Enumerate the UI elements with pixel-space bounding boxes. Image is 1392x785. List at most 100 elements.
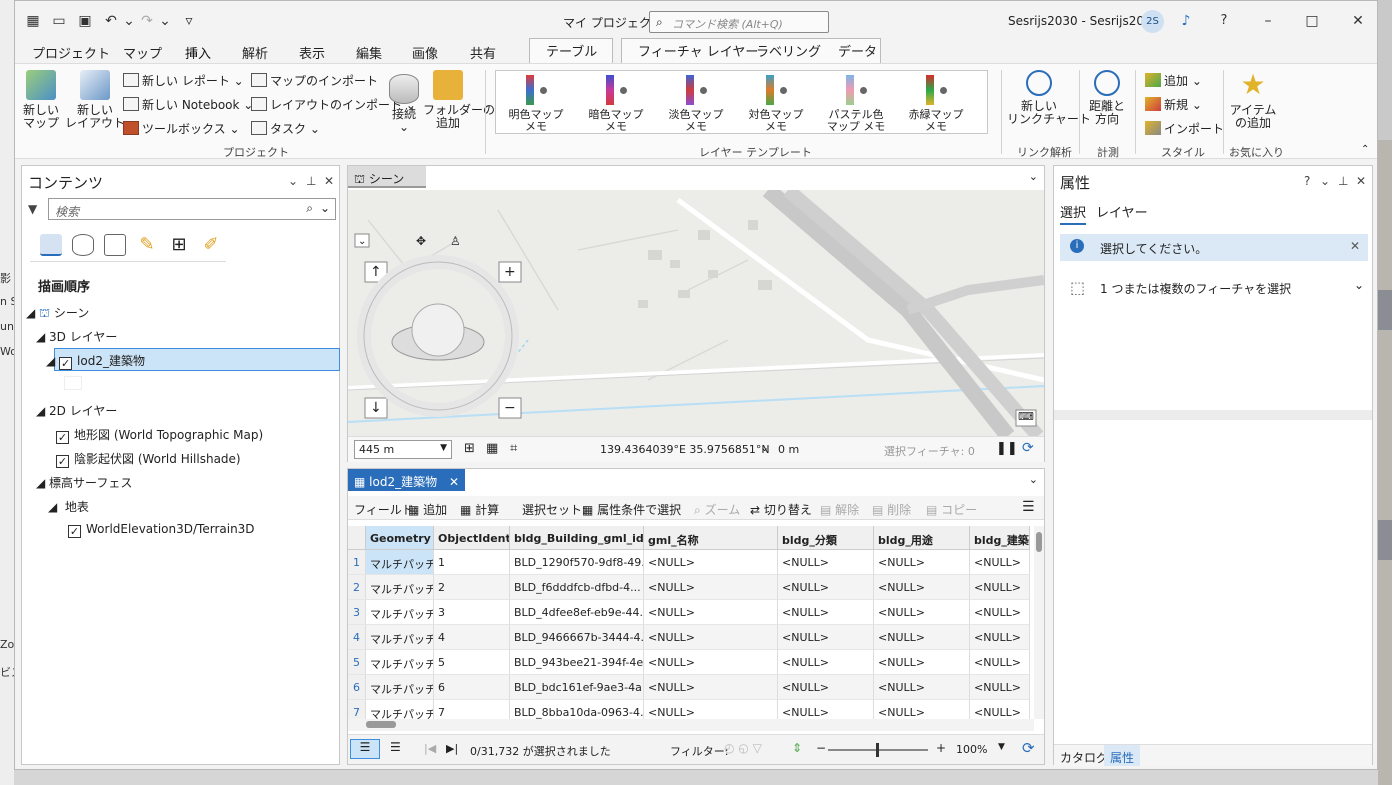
new-notebook-button[interactable]: 新しい Notebook ⌄ [123,96,253,113]
row-number[interactable]: 1 [348,550,366,575]
basemap-gallery-icon[interactable]: ⌨ [1018,410,1034,423]
table-cell[interactable]: <NULL> [778,600,874,625]
tree-elevation[interactable]: ◢ 標高サーフェス [36,474,132,491]
scale-select[interactable]: 445 m ▼ [354,440,452,459]
table-cell[interactable]: マルチパッチ [366,625,434,650]
new-link-chart-button[interactable]: 新しい リンクチャート [1007,70,1091,126]
table-cell[interactable]: 4 [434,625,510,650]
new-map-button[interactable]: 新しい マップ [21,70,61,130]
table-cell[interactable]: <NULL> [970,575,1030,600]
list-by-labeling-icon[interactable]: ✐ [200,234,222,256]
zoom-level[interactable]: 100% [956,743,987,756]
snapping-icon[interactable]: ⊞ [464,441,475,456]
tab-analysis[interactable]: 解析 [242,43,268,62]
zoom-out-icon[interactable]: − [816,741,826,755]
row-number[interactable]: 4 [348,625,366,650]
close-icon[interactable]: ✕ [1356,174,1366,188]
zoom-slider[interactable] [828,743,928,757]
table-cell[interactable]: マルチパッチ [366,575,434,600]
tab-share[interactable]: 共有 [470,43,496,62]
column-header[interactable]: gml_名称 [644,526,778,550]
refresh-icon[interactable]: ⟳ [1022,739,1035,757]
style-import-button[interactable]: インポート [1145,120,1224,137]
filter-extent-icon[interactable]: ◴ ◵ ▽ [724,741,762,755]
tab-table[interactable]: テーブル [546,41,597,60]
close-icon[interactable]: ✕ [449,475,459,489]
new-layout-button[interactable]: 新しい レイアウト [65,70,125,130]
chevron-down-icon[interactable]: ⌄ [320,201,330,215]
row-number[interactable]: 2 [348,575,366,600]
table-cell[interactable]: <NULL> [874,575,970,600]
connect-button[interactable]: 接続 ⌄ [387,74,421,134]
maximize-icon[interactable]: □ [1301,10,1323,32]
hillshade-checkbox[interactable]: ✓ [56,455,69,468]
tree-ground[interactable]: ◢ 地表 [48,498,89,515]
list-by-source-icon[interactable] [72,234,94,256]
save-icon[interactable]: ▣ [77,13,93,29]
pause-icon[interactable]: ❚❚ [996,441,1018,456]
delete-selection-button[interactable]: ▤ 削除 [872,501,911,518]
horizontal-scrollbar[interactable] [348,719,1034,731]
pin-icon[interactable]: ⊥ [1338,174,1348,188]
command-search-input[interactable]: ⌕ コマンド検索 (Alt+Q) [649,11,829,33]
column-header[interactable]: ObjectIdent * [434,526,510,550]
help-button[interactable]: ? [1213,10,1235,32]
view-options-icon[interactable]: ⌄ [1029,473,1038,486]
selected-features-count[interactable]: 選択フィーチャ: 0 [884,443,975,459]
help-button[interactable]: ? [1304,174,1310,188]
tab-view[interactable]: 表示 [299,43,325,62]
tab-project[interactable]: プロジェクト [32,43,110,62]
filter-icon[interactable]: ▼ [28,202,37,216]
tab-data[interactable]: データ [838,41,877,60]
tab-feature-layer[interactable]: フィーチャ レイヤー [638,41,758,60]
tree-layer-lod2[interactable]: ◢ ✓ lod2_建築物 [46,352,145,370]
table-cell[interactable]: <NULL> [970,600,1030,625]
column-header[interactable]: bldg_建築 [970,526,1030,550]
table-cell[interactable]: BLD_8bba10da-0963-4... [510,700,644,719]
close-icon[interactable]: ✕ [1347,10,1369,32]
table-cell[interactable]: <NULL> [644,625,778,650]
open-folder-icon[interactable]: ▭ [51,13,67,29]
contents-search-input[interactable]: 検索 ⌕ ⌄ [48,198,336,220]
vertical-scrollbar[interactable] [1034,526,1044,719]
table-cell[interactable]: 7 [434,700,510,719]
tab-select[interactable]: 選択 [1060,202,1087,225]
import-map-button[interactable]: マップのインポート [251,72,378,89]
table-cell[interactable]: <NULL> [970,650,1030,675]
coord-format-dropdown-icon[interactable]: ⌄ [760,441,769,454]
show-all-records-icon[interactable]: ☰ [350,739,380,759]
map-canvas[interactable]: ⌄ ✥ ♙ ↑ + ↓ − ⌨ [348,190,1044,436]
add-favorite-button[interactable]: ★ アイテム の追加 [1229,70,1277,130]
new-project-icon[interactable]: ▦ [25,13,41,29]
first-person-icon[interactable]: ♙ [450,234,461,248]
column-header[interactable]: bldg_用途 [874,526,970,550]
row-number[interactable]: 3 [348,600,366,625]
correction-icon[interactable]: ⌗ [510,441,517,456]
table-cell[interactable]: マルチパッチ [366,650,434,675]
table-cell[interactable]: 3 [434,600,510,625]
switch-selection-button[interactable]: ⇄ 切り替え [750,501,812,518]
close-icon[interactable]: ✕ [324,174,334,188]
table-cell[interactable]: マルチパッチ [366,550,434,575]
template-item[interactable]: パステル色 マップ メモ [816,75,896,133]
template-item[interactable]: 明色マップ メモ [496,75,576,133]
table-cell[interactable]: <NULL> [778,700,874,719]
table-cell[interactable]: <NULL> [644,650,778,675]
table-cell[interactable]: <NULL> [970,675,1030,700]
minimize-icon[interactable]: – [1257,10,1279,32]
tilt-up-icon[interactable]: ↑ [370,264,382,280]
add-folder-button[interactable]: フォルダーの 追加 [423,70,495,130]
clear-selection-button[interactable]: ▤ 解除 [820,501,859,518]
table-cell[interactable]: 6 [434,675,510,700]
tree-3d-layers[interactable]: ◢ 3D レイヤー [36,328,117,345]
zoom-to-selection-button[interactable]: ⌕ ズーム [694,501,740,518]
pane-menu-icon[interactable]: ⌄ [288,174,298,188]
template-item[interactable]: 赤緑マップ メモ [896,75,976,133]
zoom-dropdown-icon[interactable]: ▼ [998,742,1005,752]
distance-direction-button[interactable]: 距離と 方向 [1087,70,1127,126]
row-number[interactable]: 5 [348,650,366,675]
table-cell[interactable]: <NULL> [874,625,970,650]
tree-hillshade[interactable]: ✓ 陰影起伏図 (World Hillshade) [56,450,241,468]
table-cell[interactable]: <NULL> [778,675,874,700]
column-header[interactable]: Geometry * [366,526,434,550]
